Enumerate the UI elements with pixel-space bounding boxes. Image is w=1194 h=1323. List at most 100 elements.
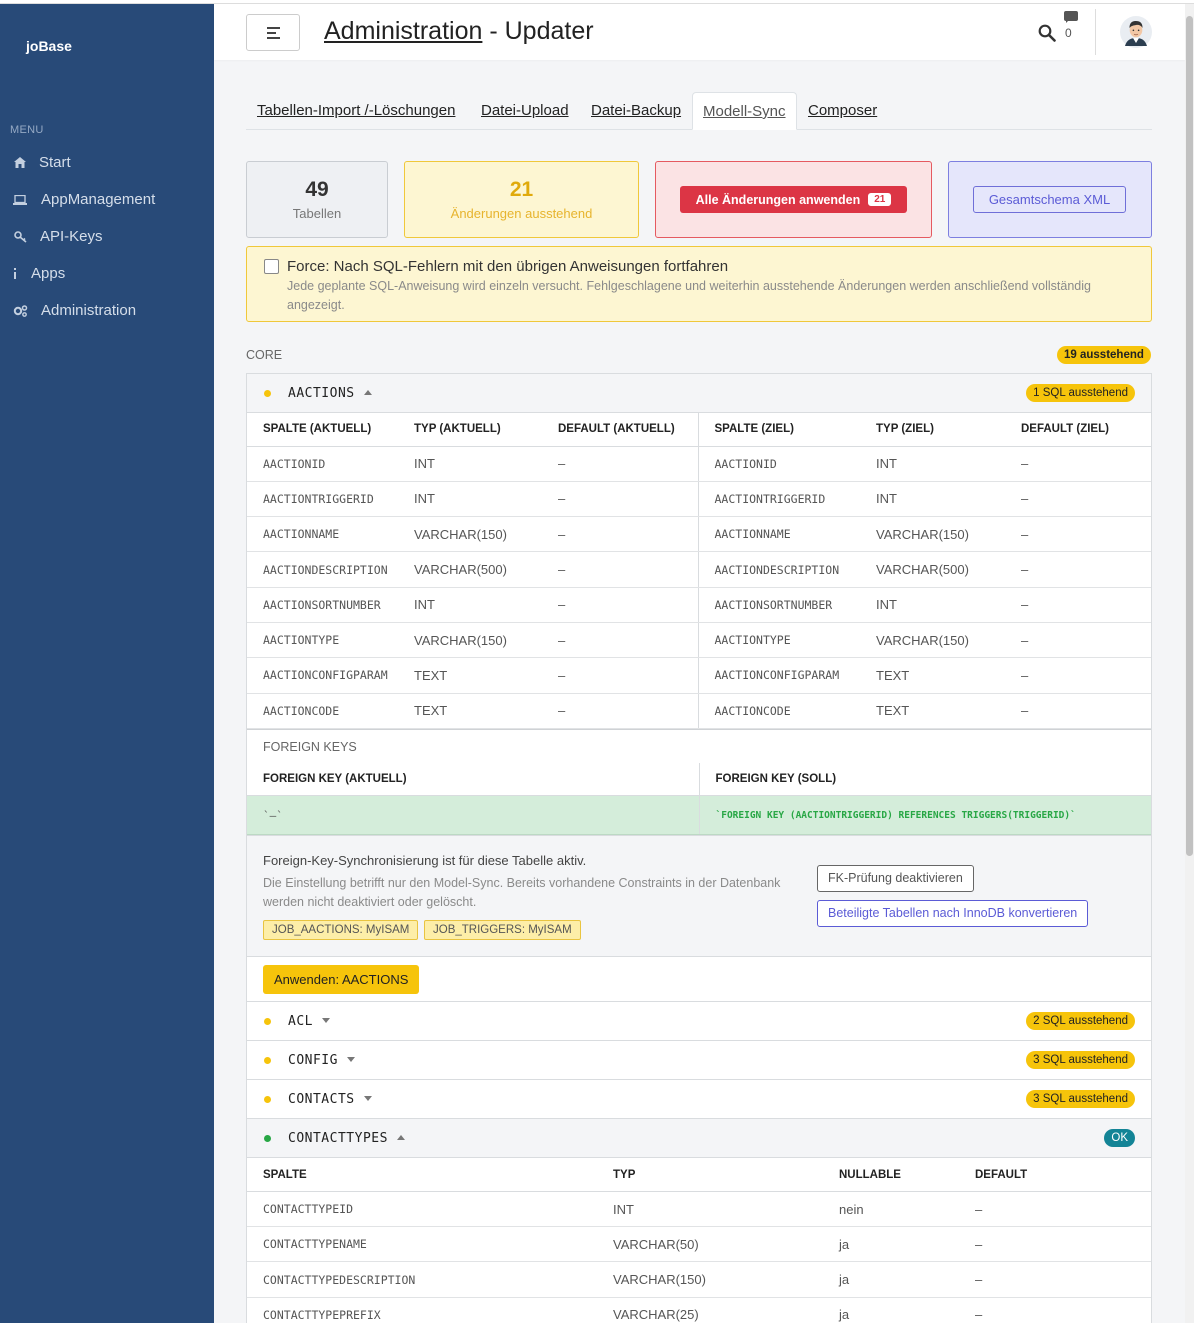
cell: AACTIONTRIGGERID: [247, 481, 398, 518]
sidebar-item-apps[interactable]: Apps: [0, 255, 214, 292]
scrollbar-thumb[interactable]: [1186, 16, 1193, 856]
cell: ja: [823, 1297, 959, 1323]
table-name: CONFIG: [288, 1053, 355, 1068]
engine-badge: JOB_AACTIONS: MyISAM: [263, 920, 419, 941]
sidebar-nav: Start AppManagement API-Keys Apps Admini…: [0, 144, 214, 329]
tab-datei-upload[interactable]: Datei-Upload: [471, 92, 579, 130]
foreign-key-table: FOREIGN KEY (AKTUELL) FOREIGN KEY (SOLL)…: [247, 762, 1151, 836]
sidebar-item-administration[interactable]: Administration: [0, 292, 214, 329]
tab-tabellen-import[interactable]: Tabellen-Import /-Löschungen: [247, 92, 465, 130]
key-icon: [10, 230, 30, 243]
sidebar-item-start[interactable]: Start: [0, 144, 214, 181]
column-header: DEFAULT (AKTUELL): [542, 413, 698, 447]
cell: ja: [823, 1226, 959, 1263]
column-header: FOREIGN KEY (AKTUELL): [247, 762, 699, 797]
cell: –: [1005, 481, 1151, 518]
force-option: Force: Nach SQL-Fehlern mit den übrigen …: [246, 246, 1152, 322]
column-compare-table: SPALTE (AKTUELL) TYP (AKTUELL) DEFAULT (…: [247, 413, 1151, 729]
table-header-config[interactable]: CONFIG 3 SQL ausstehend: [247, 1041, 1151, 1081]
force-label[interactable]: Force: Nach SQL-Fehlern mit den übrigen …: [287, 258, 728, 275]
table-name: ACL: [288, 1014, 330, 1029]
search-icon[interactable]: [1038, 24, 1056, 42]
table-header-acl[interactable]: ACL 2 SQL ausstehend: [247, 1002, 1151, 1042]
table-row: AACTIONNAME VARCHAR(150) – AACTIONNAME V…: [247, 516, 1151, 553]
cell: INT: [398, 587, 542, 623]
sidebar-item-appmanagement[interactable]: AppManagement: [0, 181, 214, 218]
tab-datei-backup[interactable]: Datei-Backup: [581, 92, 691, 130]
disable-fk-check-button[interactable]: FK-Prüfung deaktivieren: [817, 865, 974, 893]
tables-label: Tabellen: [292, 206, 342, 221]
tables-count: 49: [305, 178, 329, 201]
cell: VARCHAR(500): [398, 551, 542, 588]
apply-table-button[interactable]: Anwenden: AACTIONS: [263, 965, 420, 995]
cell: INT: [398, 481, 542, 518]
menu-heading: MENU: [10, 124, 44, 136]
sidebar-item-api-keys[interactable]: API-Keys: [0, 218, 214, 255]
cell: –: [542, 622, 698, 659]
chevron-down-icon: [321, 1018, 330, 1024]
force-checkbox[interactable]: [264, 259, 279, 274]
page-scrollbar[interactable]: [1185, 4, 1194, 1323]
sidebar: joBase MENU Start AppManagement API-Keys…: [0, 4, 214, 1323]
cell: AACTIONCODE: [697, 693, 860, 729]
cell: VARCHAR(150): [398, 516, 542, 553]
fk-sync-title: Foreign-Key-Synchronisierung ist für die…: [263, 853, 587, 869]
title-separator: -: [482, 17, 505, 45]
column-header: FOREIGN KEY (SOLL): [698, 762, 1151, 797]
chevron-down-icon: [363, 1096, 372, 1102]
column-header: SPALTE (AKTUELL): [247, 413, 398, 447]
cell: –: [1005, 516, 1151, 553]
cell: –: [542, 551, 698, 588]
cell: CONTACTTYPEID: [247, 1191, 597, 1228]
cell: CONTACTTYPEDESCRIPTION: [247, 1261, 597, 1298]
column-header: TYP: [597, 1158, 823, 1192]
table-row: CONTACTTYPEDESCRIPTION VARCHAR(150) ja –: [247, 1261, 1151, 1298]
status-dot-pending: [264, 1096, 271, 1104]
breadcrumb-administration[interactable]: Administration: [324, 17, 482, 45]
table-header-contacttypes[interactable]: CONTACTTYPES OK: [247, 1119, 1151, 1159]
tab-composer[interactable]: Composer: [798, 92, 887, 130]
apply-all-button[interactable]: Alle Änderungen anwenden 21: [680, 186, 907, 213]
tab-bar: Tabellen-Import /-Löschungen Datei-Uploa…: [246, 92, 1152, 130]
cell: –: [959, 1226, 1151, 1263]
status-dot-pending: [264, 1018, 271, 1026]
schema-xml-button[interactable]: Gesamtschema XML: [973, 186, 1126, 213]
column-header: TYP (ZIEL): [860, 413, 1005, 447]
stat-tables: 49 Tabellen: [246, 161, 388, 238]
hamburger-icon: [266, 26, 280, 29]
cell: TEXT: [860, 657, 1005, 694]
pending-label: Änderungen ausstehend: [450, 206, 593, 221]
chevron-up-icon: [396, 1135, 405, 1141]
cell: VARCHAR(25): [597, 1297, 823, 1323]
table-header-aactions[interactable]: AACTIONS 1 SQL ausstehend: [247, 374, 1151, 413]
brand-logo[interactable]: joBase: [26, 38, 72, 54]
tables-panel: AACTIONS 1 SQL ausstehend SPALTE (AKTUEL…: [246, 373, 1152, 1323]
table-row: AACTIONSORTNUMBER INT – AACTIONSORTNUMBE…: [247, 587, 1151, 623]
cell: AACTIONID: [697, 446, 860, 482]
cell: AACTIONNAME: [697, 516, 860, 553]
cell: –: [1005, 657, 1151, 694]
cell: INT: [860, 446, 1005, 482]
apply-all-badge: 21: [868, 193, 892, 206]
cell: INT: [860, 481, 1005, 518]
status-dot-pending: [264, 390, 271, 397]
table-row: AACTIONTRIGGERID INT – AACTIONTRIGGERID …: [247, 481, 1151, 518]
tab-modell-sync[interactable]: Modell-Sync: [692, 92, 797, 130]
table-row: CONTACTTYPEPREFIX VARCHAR(25) ja –: [247, 1297, 1151, 1323]
table-header-contacts[interactable]: CONTACTS 3 SQL ausstehend: [247, 1080, 1151, 1120]
messages-button[interactable]: 0: [1064, 11, 1080, 47]
table-name: AACTIONS: [288, 386, 372, 401]
menu-toggle-button[interactable]: [246, 14, 300, 51]
sidebar-item-label: API-Keys: [40, 228, 103, 245]
avatar[interactable]: [1120, 16, 1152, 48]
cell: AACTIONDESCRIPTION: [247, 551, 398, 588]
cell: VARCHAR(150): [597, 1261, 823, 1298]
cell: TEXT: [860, 693, 1005, 729]
pending-count: 21: [509, 178, 534, 201]
cell: –: [1005, 693, 1151, 729]
sidebar-item-label: Apps: [31, 265, 66, 282]
cell: CONTACTTYPEPREFIX: [247, 1297, 597, 1323]
sql-pending-badge: 3 SQL ausstehend: [1026, 1090, 1135, 1109]
chevron-down-icon: [346, 1057, 355, 1063]
convert-innodb-button[interactable]: Beteiligte Tabellen nach InnoDB konverti…: [817, 900, 1089, 928]
